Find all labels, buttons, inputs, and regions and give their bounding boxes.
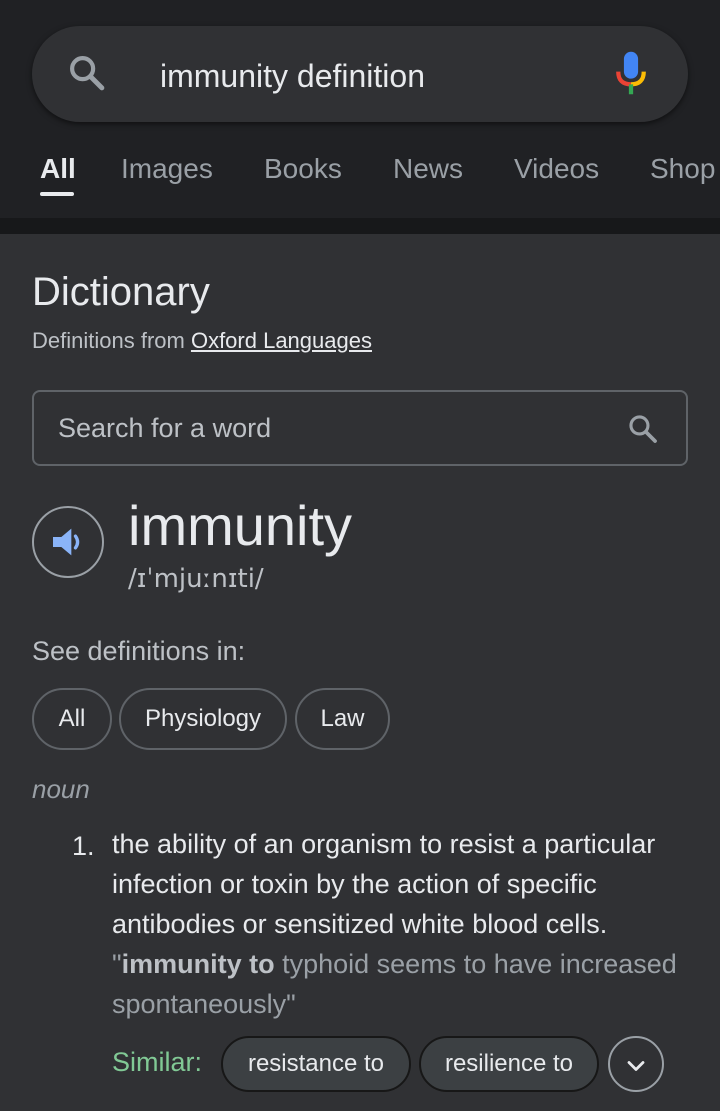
tab-shop[interactable]: Shop bbox=[650, 150, 715, 188]
search-icon[interactable] bbox=[66, 52, 108, 94]
tab-books[interactable]: Books bbox=[264, 150, 342, 188]
part-of-speech: noun bbox=[32, 774, 90, 804]
filter-chip-all[interactable]: All bbox=[32, 688, 112, 750]
example-quote-open: " bbox=[112, 949, 122, 979]
definition-text: the ability of an organism to resist a p… bbox=[112, 829, 656, 939]
dictionary-source: Definitions from Oxford Languages bbox=[32, 326, 372, 356]
search-icon[interactable] bbox=[626, 412, 660, 446]
headword: immunity bbox=[128, 494, 353, 557]
search-input[interactable]: immunity definition bbox=[160, 56, 425, 96]
filter-chip-law[interactable]: Law bbox=[295, 688, 390, 750]
similar-chip-resilience-to[interactable]: resilience to bbox=[419, 1036, 599, 1092]
similar-label: Similar: bbox=[112, 1047, 203, 1077]
example-highlight: immunity to bbox=[121, 949, 275, 979]
tab-all[interactable]: All bbox=[40, 150, 76, 188]
see-definitions-label: See definitions in: bbox=[32, 636, 246, 666]
chevron-down-icon[interactable] bbox=[622, 1052, 650, 1080]
mic-icon[interactable] bbox=[614, 50, 648, 96]
definition-number: 1. bbox=[72, 831, 95, 861]
search-tabs: All Images Books News Videos Shop bbox=[0, 150, 720, 200]
word-search-placeholder[interactable]: Search for a word bbox=[58, 410, 271, 446]
active-tab-indicator bbox=[40, 192, 74, 196]
filter-chip-physiology[interactable]: Physiology bbox=[119, 688, 287, 750]
section-divider bbox=[0, 218, 720, 234]
dictionary-title: Dictionary bbox=[32, 270, 210, 314]
tab-videos[interactable]: Videos bbox=[514, 150, 599, 188]
similar-chip-resistance-to[interactable]: resistance to bbox=[221, 1036, 411, 1092]
phonetic-spelling: /ɪˈmjuːnɪti/ bbox=[128, 564, 264, 594]
speaker-icon[interactable] bbox=[48, 522, 88, 562]
example-sentence: "immunity to typhoid seems to have incre… bbox=[112, 944, 712, 1024]
tab-news[interactable]: News bbox=[393, 150, 463, 188]
oxford-languages-link[interactable]: Oxford Languages bbox=[191, 328, 372, 353]
tab-images[interactable]: Images bbox=[121, 150, 213, 188]
source-prefix: Definitions from bbox=[32, 328, 191, 353]
